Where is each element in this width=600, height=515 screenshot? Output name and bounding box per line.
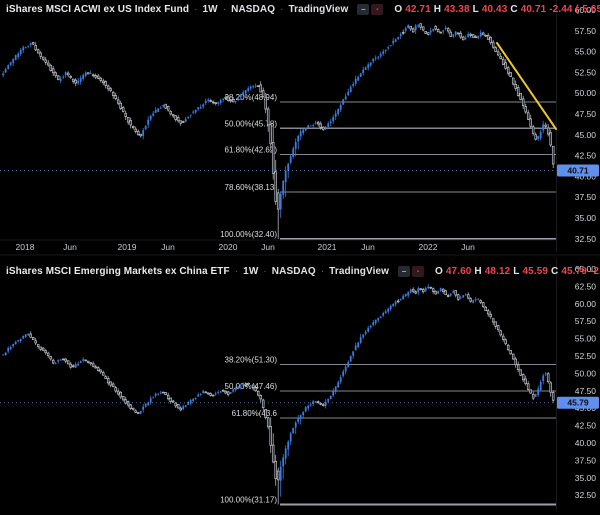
exchange-label: NASDAQ — [231, 4, 275, 15]
close-value: 45.79 — [561, 266, 587, 277]
svg-text:45.00: 45.00 — [575, 130, 597, 140]
separator-dot: · — [321, 266, 324, 277]
svg-text:55.00: 55.00 — [575, 47, 597, 57]
brand-label[interactable]: TradingView — [289, 4, 349, 15]
legend-bottom[interactable]: iShares MSCI Emerging Markets ex China E… — [6, 266, 600, 277]
open-value: 47.60 — [446, 266, 472, 277]
separator-dot: · — [235, 266, 238, 277]
open-label: O — [394, 4, 402, 15]
legend-minimize-icon[interactable]: − — [398, 266, 410, 277]
svg-text:2022: 2022 — [419, 242, 438, 252]
svg-text:57.50: 57.50 — [575, 26, 597, 36]
svg-text:Jun: Jun — [261, 242, 275, 252]
svg-text:2021: 2021 — [318, 242, 337, 252]
low-label: L — [473, 4, 479, 15]
svg-text:Jun: Jun — [63, 242, 77, 252]
svg-text:38.20%(51.30): 38.20%(51.30) — [225, 355, 278, 364]
separator-dot: · — [263, 266, 266, 277]
svg-text:100.00%(32.40): 100.00%(32.40) — [220, 230, 277, 239]
high-label: H — [434, 4, 441, 15]
chart-canvas[interactable]: 38.20%(48.94)50.00%(45.78)61.80%(42.62)7… — [0, 0, 600, 515]
svg-text:Jun: Jun — [361, 242, 375, 252]
high-label: H — [474, 266, 481, 277]
candles-series — [2, 284, 554, 504]
svg-text:45.79: 45.79 — [567, 398, 589, 408]
svg-text:2020: 2020 — [219, 242, 238, 252]
change-value: -2.44 (-5.65%) — [549, 4, 600, 15]
svg-text:55.00: 55.00 — [575, 334, 597, 344]
svg-text:2019: 2019 — [118, 242, 137, 252]
legend-controls: − ▪ — [357, 4, 383, 15]
candles-series — [2, 24, 554, 239]
legend-minimize-icon[interactable]: − — [357, 4, 369, 15]
svg-text:Jun: Jun — [161, 242, 175, 252]
svg-text:62.50: 62.50 — [575, 281, 597, 291]
svg-text:50.00: 50.00 — [575, 368, 597, 378]
change-value: -2.06 (-4.31%) — [590, 266, 600, 277]
price-axis[interactable]: 65.0062.5060.0057.5055.0052.5050.0047.50… — [575, 264, 597, 500]
svg-text:47.50: 47.50 — [575, 109, 597, 119]
svg-text:60.00: 60.00 — [575, 299, 597, 309]
close-label: C — [510, 4, 517, 15]
low-value: 40.43 — [482, 4, 508, 15]
legend-close-icon[interactable]: ▪ — [412, 266, 424, 277]
symbol-title[interactable]: iShares MSCI ACWI ex US Index Fund — [6, 4, 189, 15]
separator-dot: · — [223, 4, 226, 15]
trendline-annotation[interactable] — [497, 43, 556, 129]
svg-text:52.50: 52.50 — [575, 67, 597, 77]
close-label: C — [551, 266, 558, 277]
svg-text:32.50: 32.50 — [575, 234, 597, 244]
svg-text:57.50: 57.50 — [575, 316, 597, 326]
open-label: O — [435, 266, 443, 277]
interval-label[interactable]: 1W — [243, 266, 258, 277]
svg-text:50.00: 50.00 — [575, 88, 597, 98]
last-price-badge: 40.71 — [557, 164, 599, 176]
high-value: 48.12 — [485, 266, 511, 277]
low-label: L — [513, 266, 519, 277]
last-price-badge: 45.79 — [557, 397, 599, 409]
close-value: 40.71 — [521, 4, 547, 15]
svg-text:2018: 2018 — [16, 242, 35, 252]
high-value: 43.38 — [444, 4, 470, 15]
legend-top[interactable]: iShares MSCI ACWI ex US Index Fund · 1W … — [6, 4, 600, 15]
svg-text:42.50: 42.50 — [575, 421, 597, 431]
svg-text:52.50: 52.50 — [575, 351, 597, 361]
svg-text:Jun: Jun — [461, 242, 475, 252]
svg-text:35.00: 35.00 — [575, 213, 597, 223]
ohlc-readout: O42.71 H43.38 L40.43 C 40.71 -2.44 (-5.65… — [394, 4, 600, 15]
svg-text:40.00: 40.00 — [575, 438, 597, 448]
svg-text:42.50: 42.50 — [575, 151, 597, 161]
svg-text:40.71: 40.71 — [567, 165, 589, 175]
exchange-label: NASDAQ — [272, 266, 316, 277]
svg-text:100.00%(31.17): 100.00%(31.17) — [220, 495, 277, 504]
tradingview-multichart-layout: 38.20%(48.94)50.00%(45.78)61.80%(42.62)7… — [0, 0, 600, 515]
svg-text:32.50: 32.50 — [575, 490, 597, 500]
svg-text:37.50: 37.50 — [575, 192, 597, 202]
low-value: 45.59 — [523, 266, 549, 277]
svg-text:47.50: 47.50 — [575, 386, 597, 396]
svg-text:61.80%(43.6: 61.80%(43.6 — [232, 409, 278, 418]
open-value: 42.71 — [405, 4, 431, 15]
svg-text:78.60%(38.13): 78.60%(38.13) — [225, 183, 278, 192]
ohlc-readout: O47.60 H 48.12 L 45.59 C45.79 -2.06 (-4.31… — [435, 266, 600, 277]
legend-close-icon[interactable]: ▪ — [371, 4, 383, 15]
svg-text:37.50: 37.50 — [575, 455, 597, 465]
svg-text:35.00: 35.00 — [575, 473, 597, 483]
time-axis[interactable]: 2018 Jun 2019 Jun 2020 Jun 2021 Jun 2022 Jun — [0, 240, 556, 252]
fib-retracement[interactable]: 38.20%(48.94)50.00%(45.78)61.80%(42.62)7… — [220, 93, 556, 239]
separator-dot: · — [194, 4, 197, 15]
svg-text:61.80%(42.62): 61.80%(42.62) — [225, 146, 278, 155]
price-axis[interactable]: 60.0057.5055.0052.5050.0047.5045.0042.50… — [575, 5, 597, 244]
legend-controls: − ▪ — [398, 266, 424, 277]
brand-label[interactable]: TradingView — [329, 266, 389, 277]
separator-dot: · — [280, 4, 283, 15]
symbol-title[interactable]: iShares MSCI Emerging Markets ex China E… — [6, 266, 230, 277]
interval-label[interactable]: 1W — [203, 4, 218, 15]
